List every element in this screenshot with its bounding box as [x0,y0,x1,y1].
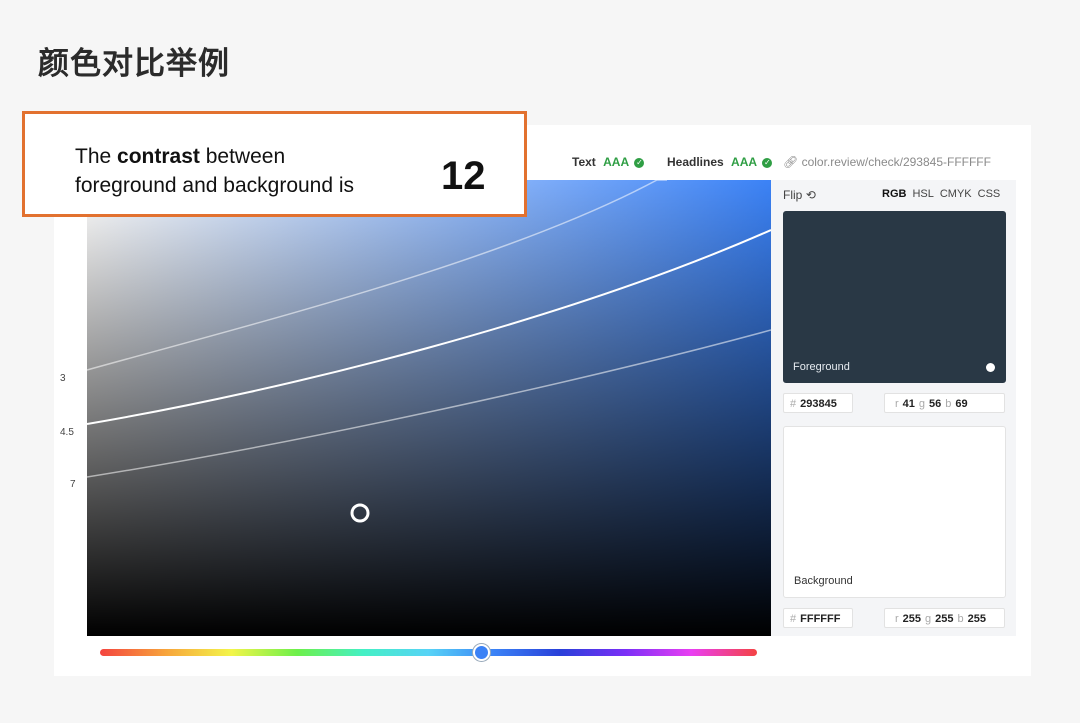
tab-hsl[interactable]: HSL [912,188,933,200]
background-rgb-input[interactable]: r 255 g 255 b 255 [884,608,1005,628]
tab-css[interactable]: CSS [978,188,1001,200]
text-rating: Text AAA ✓ [572,155,645,169]
foreground-swatch[interactable]: Foreground [783,211,1006,383]
callout-bold-word: contrast [117,145,200,168]
headlines-rating: Headlines AAA ✓ [667,155,773,169]
flip-icon: ⟲ [805,188,816,202]
tab-rgb[interactable]: RGB [882,188,906,200]
background-hex-input[interactable]: # FFFFFF [783,608,853,628]
share-link[interactable]: 🔗︎ color.review/check/293845-FFFFFF [783,155,991,169]
text-rating-label: Text [572,155,596,169]
bg-g-value[interactable]: 255 [935,613,953,625]
callout-text: The contrast between foreground and back… [75,145,355,197]
link-icon: 🔗︎ [783,155,799,169]
tab-cmyk[interactable]: CMYK [940,188,972,200]
color-mode-tabs: RGB HSL CMYK CSS [882,188,1000,200]
flip-button[interactable]: Flip ⟲ [783,188,816,202]
check-icon: ✓ [634,157,645,168]
foreground-label: Foreground [793,361,850,373]
active-indicator-icon [986,363,995,372]
background-swatch[interactable]: Background [783,426,1006,598]
text-rating-value: AAA [603,155,630,169]
fg-r-value[interactable]: 41 [903,398,915,410]
foreground-rgb-input[interactable]: r 41 g 56 b 69 [884,393,1005,413]
foreground-hex-input[interactable]: #293845 [783,393,853,413]
flip-label: Flip [783,188,803,202]
fg-g-value[interactable]: 56 [929,398,941,410]
hue-slider[interactable] [100,644,757,661]
share-url[interactable]: color.review/check/293845-FFFFFF [802,155,991,169]
check-icon: ✓ [762,157,773,168]
hue-slider-thumb[interactable] [473,644,491,661]
background-label: Background [794,575,853,587]
y-tick-4-5: 4.5 [60,427,74,438]
contrast-ratio-value: 12 [441,154,486,198]
y-tick-7: 7 [70,479,76,490]
headlines-rating-value: AAA [731,155,758,169]
contrast-callout: The contrast between foreground and back… [22,111,527,217]
contrast-picker-canvas[interactable] [87,180,771,636]
fg-b-value[interactable]: 69 [955,398,967,410]
bg-b-value[interactable]: 255 [968,613,986,625]
page-title: 颜色对比举例 [38,46,230,82]
bg-r-value[interactable]: 255 [903,613,921,625]
y-tick-3: 3 [60,373,66,384]
headlines-rating-label: Headlines [667,155,724,169]
